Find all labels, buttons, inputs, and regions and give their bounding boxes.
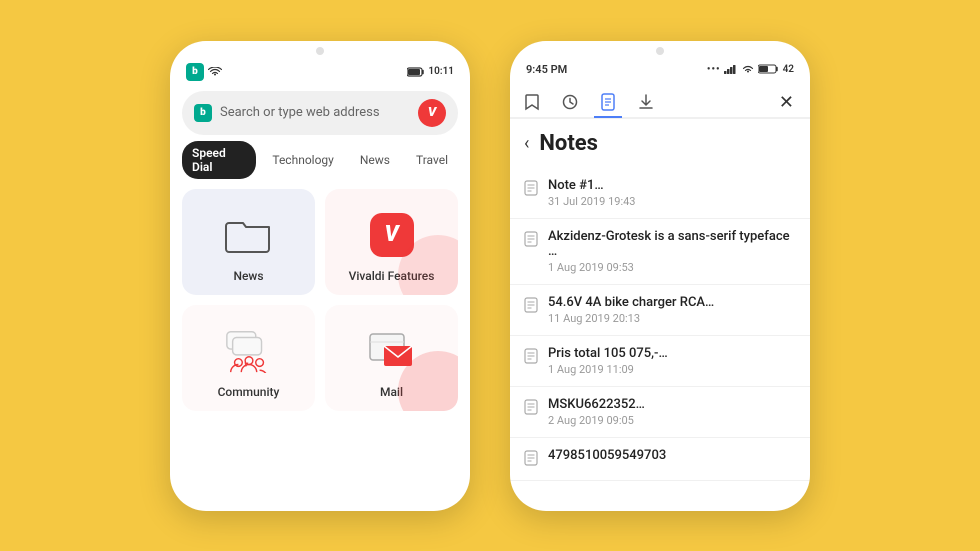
note-date-4: 2 Aug 2019 09:05: [548, 414, 796, 427]
note-date-0: 31 Jul 2019 19:43: [548, 195, 796, 208]
notes-toolbar-icon[interactable]: [594, 88, 622, 116]
back-arrow[interactable]: ‹: [524, 133, 529, 154]
vivaldi-btn[interactable]: V: [418, 99, 446, 127]
note-content-1: Akzidenz-Grotesk is a sans-serif typefac…: [548, 229, 796, 274]
notes-toolbar: ✕: [510, 80, 810, 119]
speed-dial-community-label: Community: [218, 385, 280, 399]
search-bar-vivaldi-icon: b: [194, 104, 212, 122]
note-content-4: MSKU6622352… 2 Aug 2019 09:05: [548, 397, 796, 427]
folder-icon: [225, 215, 273, 255]
wifi-icon-right: [741, 64, 755, 74]
search-bar-text: Search or type web address: [220, 105, 410, 120]
note-name-0: Note #1…: [548, 178, 796, 193]
status-icons-right: •••: [707, 64, 794, 75]
dots-icon: •••: [707, 64, 721, 75]
speed-dial-community[interactable]: V Community: [182, 305, 315, 411]
status-bar-right: 9:45 PM •••: [510, 55, 810, 80]
status-icons-left: b: [186, 63, 222, 81]
battery-icon-left: [407, 67, 425, 77]
note-item-4[interactable]: MSKU6622352… 2 Aug 2019 09:05: [510, 387, 810, 438]
tab-news[interactable]: News: [350, 148, 400, 172]
speed-dial-vivaldi[interactable]: V Vivaldi Features: [325, 189, 458, 295]
note-doc-icon-0: [524, 180, 538, 200]
note-doc-icon-2: [524, 297, 538, 317]
phone-right: 9:45 PM •••: [510, 41, 810, 511]
download-toolbar-icon[interactable]: [632, 88, 660, 116]
note-content-3: Pris total 105 075,-… 1 Aug 2019 11:09: [548, 346, 796, 376]
folder-icon-area: [223, 209, 275, 261]
note-name-3: Pris total 105 075,-…: [548, 346, 796, 361]
note-doc-icon-1: [524, 231, 538, 251]
tabs-row: Speed Dial Technology News Travel: [182, 141, 458, 179]
note-name-2: 54.6V 4A bike charger RCA…: [548, 295, 796, 310]
battery-icon-right: [758, 64, 780, 74]
notes-list: Note #1… 31 Jul 2019 19:43 Akzidenz-Grot…: [510, 164, 810, 485]
status-time-right: 9:45 PM: [526, 63, 567, 76]
note-item-2[interactable]: 54.6V 4A bike charger RCA… 11 Aug 2019 2…: [510, 285, 810, 336]
history-toolbar-icon[interactable]: [556, 88, 584, 116]
speed-dial-grid: News V Vivaldi Features: [182, 189, 458, 411]
note-content-5: 4798510059549703: [548, 448, 796, 465]
tab-technology[interactable]: Technology: [262, 148, 343, 172]
note-content-2: 54.6V 4A bike charger RCA… 11 Aug 2019 2…: [548, 295, 796, 325]
status-time-left: 10:11: [407, 66, 454, 77]
speed-dial-mail[interactable]: Mail: [325, 305, 458, 411]
note-item-1[interactable]: Akzidenz-Grotesk is a sans-serif typefac…: [510, 219, 810, 285]
phone-left-body: b Search or type web address V Speed Dia…: [170, 91, 470, 411]
note-name-1: Akzidenz-Grotesk is a sans-serif typefac…: [548, 229, 796, 259]
signal-icon-right: [724, 64, 738, 74]
bookmark-toolbar-icon[interactable]: [518, 88, 546, 116]
vivaldi-b-icon: b: [186, 63, 204, 81]
note-item-0[interactable]: Note #1… 31 Jul 2019 19:43: [510, 168, 810, 219]
speed-dial-news-label: News: [233, 269, 263, 283]
phones-container: b 10:11: [170, 41, 810, 511]
note-date-1: 1 Aug 2019 09:53: [548, 261, 796, 274]
status-bar-left: b 10:11: [170, 55, 470, 85]
svg-text:V: V: [244, 362, 249, 368]
note-doc-icon-3: [524, 348, 538, 368]
speed-dial-news[interactable]: News: [182, 189, 315, 295]
note-doc-icon-4: [524, 399, 538, 419]
notes-title: Notes: [539, 131, 598, 156]
notch-right: [656, 47, 664, 55]
battery-label: 42: [783, 64, 794, 75]
notch-left: [316, 47, 324, 55]
notes-header: ‹ Notes: [510, 119, 810, 164]
wifi-icon: [208, 67, 222, 77]
note-date-3: 1 Aug 2019 11:09: [548, 363, 796, 376]
tab-travel[interactable]: Travel: [406, 148, 458, 172]
close-button[interactable]: ✕: [771, 88, 802, 117]
note-item-3[interactable]: Pris total 105 075,-… 1 Aug 2019 11:09: [510, 336, 810, 387]
note-item-5[interactable]: 4798510059549703: [510, 438, 810, 481]
tab-speed-dial[interactable]: Speed Dial: [182, 141, 256, 179]
phone-left: b 10:11: [170, 41, 470, 511]
note-name-4: MSKU6622352…: [548, 397, 796, 412]
search-bar[interactable]: b Search or type web address V: [182, 91, 458, 135]
note-doc-icon-5: [524, 450, 538, 470]
community-icon: V: [223, 329, 275, 373]
note-name-5: 4798510059549703: [548, 448, 796, 463]
toolbar-icons: [518, 88, 660, 116]
note-date-2: 11 Aug 2019 20:13: [548, 312, 796, 325]
community-icon-area: V: [223, 325, 275, 377]
note-content-0: Note #1… 31 Jul 2019 19:43: [548, 178, 796, 208]
